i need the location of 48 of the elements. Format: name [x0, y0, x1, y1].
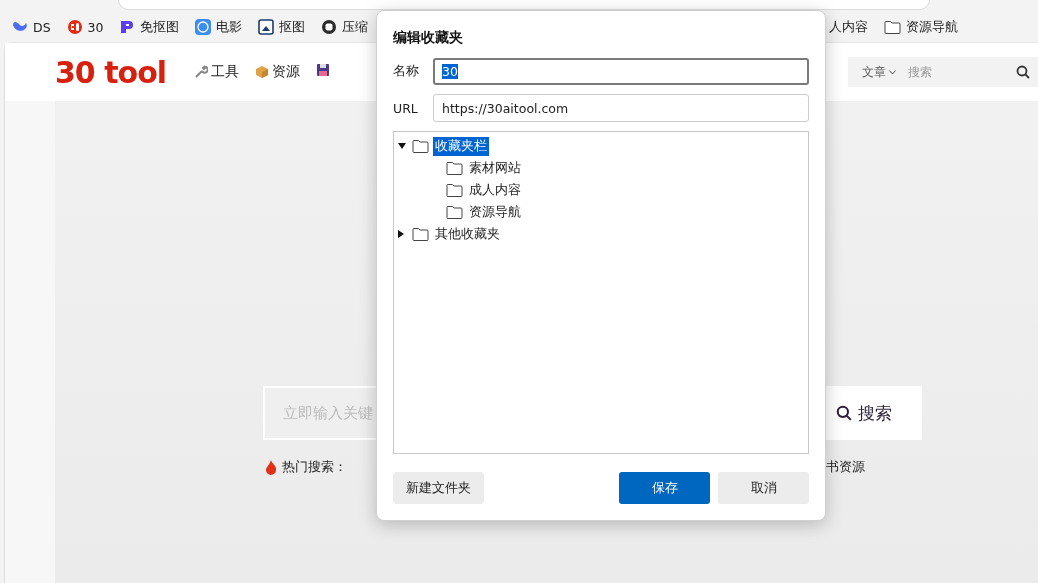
bookmark-link[interactable]: 压缩: [321, 18, 369, 36]
dialog-title: 编辑收藏夹: [393, 29, 464, 47]
dialog-button[interactable]: 取消: [718, 472, 809, 504]
bookmark-link[interactable]: 30: [66, 19, 104, 35]
whale-icon: [12, 20, 28, 34]
site-search-field[interactable]: 文章 搜索: [848, 57, 1038, 87]
bookmark-link[interactable]: 抠图: [258, 18, 306, 36]
bookmark-link[interactable]: DS: [12, 19, 51, 35]
caret-icon: [889, 69, 896, 75]
image-icon: [258, 19, 275, 35]
collapsed-arrow-icon[interactable]: [398, 230, 404, 238]
folder-icon: [446, 183, 463, 197]
search-icon: [1016, 65, 1030, 79]
film-app-icon: [195, 19, 212, 35]
folder-tree-item[interactable]: 其他收藏夹: [433, 224, 502, 244]
expanded-arrow-icon[interactable]: [398, 143, 406, 149]
hot-search-label: 热门搜索：: [282, 458, 347, 476]
folder-tree-item[interactable]: 收藏夹栏: [433, 136, 489, 156]
floppy-icon: [316, 63, 331, 77]
folder-icon: [446, 161, 463, 175]
url-field[interactable]: https://30aitool.com: [433, 94, 809, 122]
field-label: URL: [393, 100, 419, 116]
bookmark-link[interactable]: 电影: [195, 18, 243, 36]
ring-icon: [321, 19, 338, 35]
p-logo-icon: [119, 19, 136, 35]
nav-link[interactable]: 资源: [255, 63, 301, 81]
field-label: 名称: [393, 63, 420, 80]
folder-icon: [884, 20, 901, 34]
name-field[interactable]: 30: [433, 58, 809, 85]
search-icon: [836, 405, 852, 421]
hot-search-link[interactable]: 书资源: [826, 458, 865, 476]
box-icon: [255, 65, 270, 79]
bookmark-link[interactable]: 资源导航: [884, 18, 958, 36]
folder-icon: [446, 205, 463, 219]
bookmark-link[interactable]: 免抠图: [119, 18, 180, 36]
folder-tree-item[interactable]: 成人内容: [467, 180, 523, 200]
nav-link[interactable]: 工具: [194, 63, 240, 81]
wrench-icon: [194, 65, 209, 79]
folder-icon: [412, 227, 429, 241]
folder-icon: [412, 139, 429, 153]
bookmark-link[interactable]: 人内容: [829, 18, 868, 36]
folder-tree-item[interactable]: 资源导航: [467, 202, 523, 222]
dialog-button[interactable]: 新建文件夹: [393, 472, 484, 504]
category-dropdown[interactable]: 文章: [862, 63, 896, 81]
folder-tree-item[interactable]: 素材网站: [467, 158, 523, 178]
dialog-button[interactable]: 保存: [619, 472, 710, 504]
site-logo[interactable]: 30 tool: [55, 54, 167, 90]
logo-icon: [66, 19, 83, 35]
